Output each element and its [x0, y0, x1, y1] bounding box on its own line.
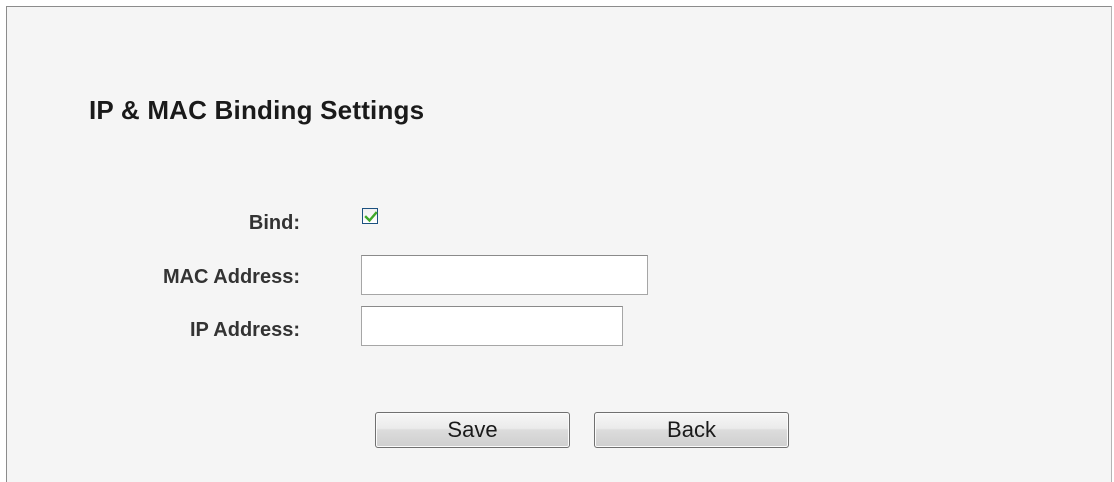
- settings-panel: [6, 6, 1112, 482]
- bind-checkbox[interactable]: [362, 208, 378, 224]
- ip-address-input[interactable]: [361, 306, 623, 346]
- mac-address-label: MAC Address:: [162, 266, 300, 288]
- page-title: IP & MAC Binding Settings: [89, 95, 425, 125]
- ip-address-label: IP Address:: [189, 319, 300, 341]
- save-button[interactable]: Save: [375, 412, 570, 448]
- mac-address-input[interactable]: [361, 255, 648, 295]
- back-button[interactable]: Back: [594, 412, 789, 448]
- bind-label: Bind:: [248, 212, 300, 234]
- check-icon: [364, 211, 378, 223]
